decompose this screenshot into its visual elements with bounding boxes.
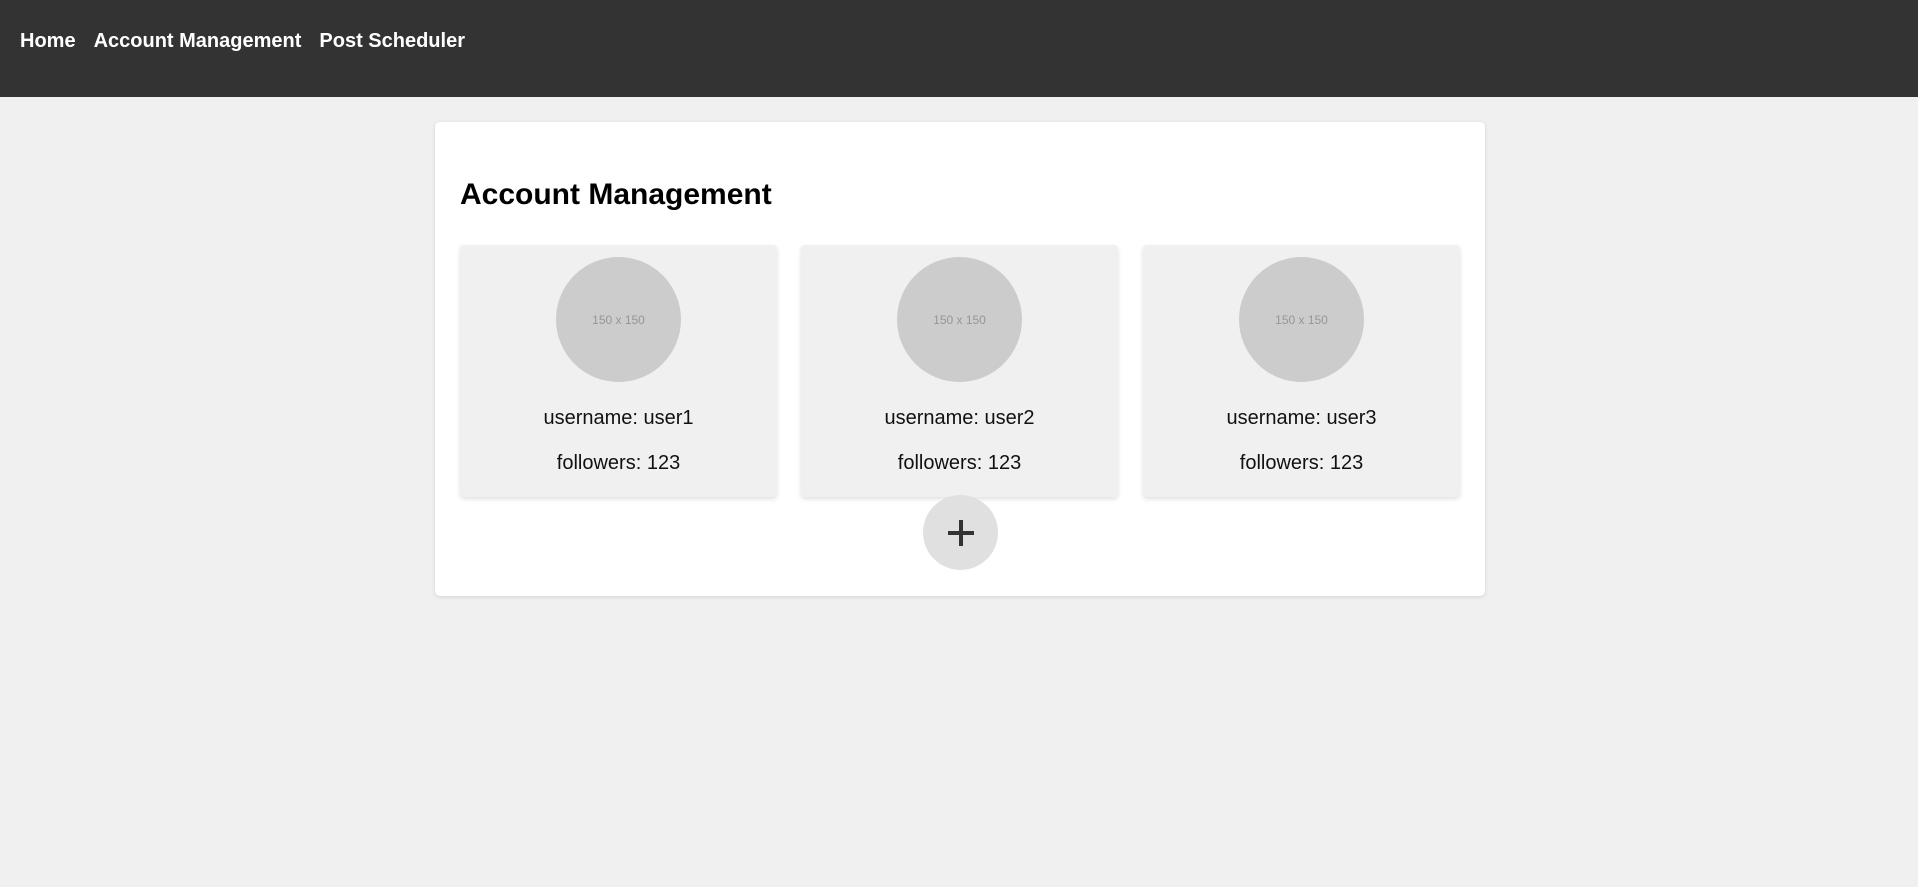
page-title: Account Management xyxy=(460,178,772,211)
nav-link-post-scheduler[interactable]: Post Scheduler xyxy=(319,29,465,53)
account-cards: 150 x 150 username: user1 followers: 123… xyxy=(460,245,1460,497)
add-account-button[interactable] xyxy=(923,495,998,570)
nav-link-account-management[interactable]: Account Management xyxy=(94,29,302,53)
account-followers: followers: 123 xyxy=(1239,452,1364,474)
account-username: username: user1 xyxy=(543,407,694,429)
account-username: username: user3 xyxy=(1226,407,1377,429)
account-card[interactable]: 150 x 150 username: user1 followers: 123 xyxy=(460,245,777,497)
avatar: 150 x 150 xyxy=(556,257,681,382)
plus-icon xyxy=(947,519,974,546)
avatar: 150 x 150 xyxy=(897,257,1022,382)
account-followers: followers: 123 xyxy=(556,452,681,474)
account-followers: followers: 123 xyxy=(897,452,1022,474)
account-card[interactable]: 150 x 150 username: user3 followers: 123 xyxy=(1143,245,1460,497)
avatar: 150 x 150 xyxy=(1239,257,1364,382)
account-card[interactable]: 150 x 150 username: user2 followers: 123 xyxy=(801,245,1118,497)
account-management-panel: Account Management 150 x 150 username: u… xyxy=(435,122,1485,596)
nav-link-home[interactable]: Home xyxy=(20,29,76,53)
account-username: username: user2 xyxy=(884,407,1035,429)
main-nav: Home Account Management Post Scheduler xyxy=(20,29,483,53)
top-navbar: Home Account Management Post Scheduler xyxy=(0,0,1918,97)
